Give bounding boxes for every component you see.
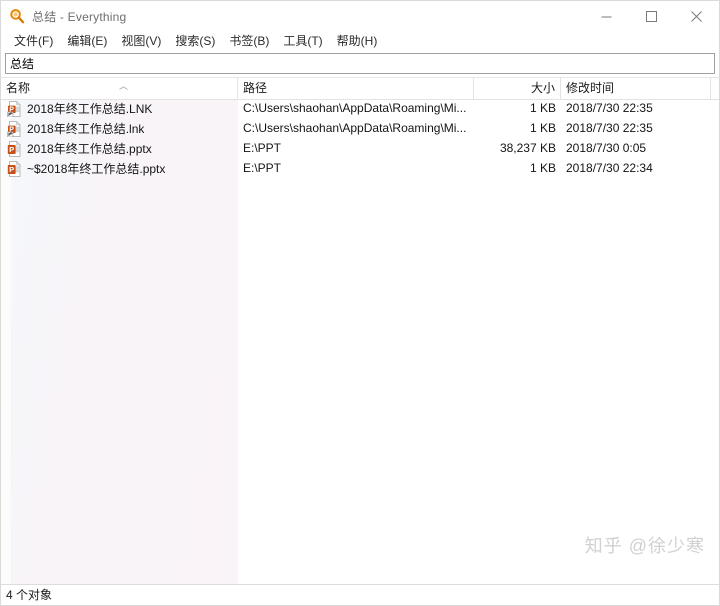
row-name-text: 2018年终工作总结.pptx [27,141,152,156]
row-name-cell: P ~$2018年终工作总结.pptx [1,159,238,179]
maximize-icon[interactable] [629,1,674,31]
magnifier-icon [9,8,25,24]
powerpoint-icon: P [7,161,23,177]
row-path-cell: E:\PPT [243,161,282,175]
close-icon[interactable] [674,1,719,31]
row-modified-cell: 2018/7/30 0:05 [566,141,647,155]
row-size-cell: 1 KB [529,161,556,175]
column-header-name[interactable]: 名称 ︿ [1,78,238,99]
powerpoint-shortcut-icon: P [7,121,23,137]
row-name-cell: P 2018年终工作总结.lnk [1,119,238,139]
row-name-text: 2018年终工作总结.lnk [27,121,145,136]
menu-item-bookmarks[interactable]: 书签(B) [222,32,276,51]
row-name-text: ~$2018年终工作总结.pptx [27,161,166,176]
table-row[interactable]: P 2018年终工作总结.LNK C:\Users\shaohan\AppDat… [1,99,719,119]
column-header-size[interactable]: 大小 [474,78,561,99]
column-header-path-label: 路径 [243,81,268,95]
row-path-cell: C:\Users\shaohan\AppData\Roaming\Mi... [243,101,467,115]
row-size-cell: 1 KB [529,101,556,115]
menu-item-tools[interactable]: 工具(T) [276,32,329,51]
search-input[interactable] [5,53,715,74]
results-area: 名称 ︿ 路径 大小 修改时间 P 2018年终工作总结.LNK C:\User… [1,77,719,584]
title-bar: 总结 - Everything [1,1,719,31]
row-modified-cell: 2018/7/30 22:34 [566,161,653,175]
row-size-cell: 38,237 KB [499,141,556,155]
svg-text:P: P [9,145,14,154]
row-modified-cell: 2018/7/30 22:35 [566,101,653,115]
row-name-cell: P 2018年终工作总结.LNK [1,99,238,119]
table-row[interactable]: P 2018年终工作总结.lnk C:\Users\shaohan\AppDat… [1,119,719,139]
powerpoint-icon: P [7,141,23,157]
menu-item-search[interactable]: 搜索(S) [168,32,222,51]
window-title: 总结 - Everything [32,9,127,24]
status-object-count: 4 个对象 [6,588,53,602]
sort-ascending-icon: ︿ [119,81,129,91]
everything-window: 总结 - Everything 文件(F) 编辑(E) 视图(V) 搜索(S) … [0,0,720,606]
menu-item-edit[interactable]: 编辑(E) [60,32,114,51]
table-row[interactable]: P ~$2018年终工作总结.pptx E:\PPT 1 KB 2018/7/3… [1,159,719,179]
column-header-modified-label: 修改时间 [566,81,615,95]
search-bar [1,51,719,77]
row-name-text: 2018年终工作总结.LNK [27,101,153,116]
results-list: P 2018年终工作总结.LNK C:\Users\shaohan\AppDat… [1,99,719,584]
menu-item-help[interactable]: 帮助(H) [330,32,385,51]
row-size-cell: 1 KB [529,121,556,135]
status-bar: 4 个对象 [1,584,719,605]
window-controls [584,1,719,31]
row-name-cell: P 2018年终工作总结.pptx [1,139,238,159]
minimize-icon[interactable] [584,1,629,31]
column-header-modified[interactable]: 修改时间 [561,78,711,99]
menu-item-file[interactable]: 文件(F) [7,32,60,51]
powerpoint-shortcut-icon: P [7,101,23,117]
column-header-name-label: 名称 [6,81,31,95]
column-header-size-label: 大小 [530,81,555,95]
menu-item-view[interactable]: 视图(V) [114,32,168,51]
column-header-row: 名称 ︿ 路径 大小 修改时间 [1,78,719,100]
column-header-path[interactable]: 路径 [238,78,474,99]
svg-text:P: P [9,165,14,174]
row-path-cell: C:\Users\shaohan\AppData\Roaming\Mi... [243,121,467,135]
menu-bar: 文件(F) 编辑(E) 视图(V) 搜索(S) 书签(B) 工具(T) 帮助(H… [1,31,719,51]
row-modified-cell: 2018/7/30 22:35 [566,121,653,135]
row-path-cell: E:\PPT [243,141,282,155]
table-row[interactable]: P 2018年终工作总结.pptx E:\PPT 38,237 KB 2018/… [1,139,719,159]
